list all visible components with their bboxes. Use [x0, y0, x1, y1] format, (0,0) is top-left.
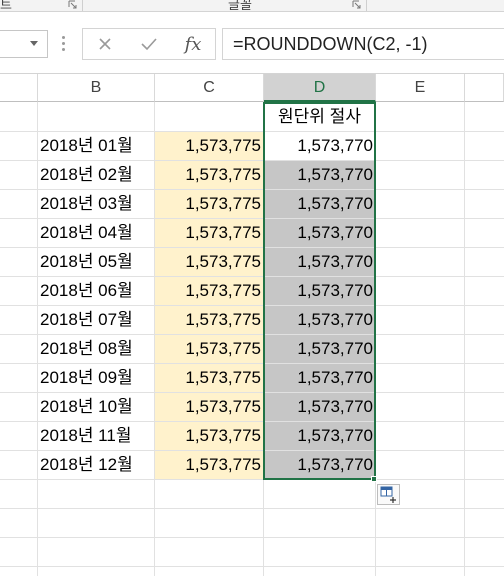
name-box[interactable] [0, 30, 48, 58]
cell-c6[interactable]: 1,573,775 [155, 247, 263, 276]
function-icon: fx [184, 33, 202, 55]
formula-buttons: fx [82, 28, 216, 60]
chevron-down-icon[interactable] [30, 41, 38, 46]
cell-c4[interactable]: 1,573,775 [155, 189, 263, 218]
cell-b9[interactable]: 2018년 08월 [38, 334, 153, 363]
cell-b12[interactable]: 2018년 11월 [38, 421, 153, 450]
dialog-launcher-icon[interactable] [68, 0, 78, 10]
ribbon-group-label-font: 글꼴 [228, 0, 252, 12]
ribbon-group-label-left: 트 [0, 0, 12, 12]
column-header-c[interactable]: C [155, 74, 264, 102]
cell-b3[interactable]: 2018년 02월 [38, 160, 153, 189]
formula-bar: fx =ROUNDDOWN(C2, -1) [0, 12, 504, 74]
selection-border [263, 102, 376, 480]
cell-c10[interactable]: 1,573,775 [155, 363, 263, 392]
cell-c3[interactable]: 1,573,775 [155, 160, 263, 189]
cell-c13[interactable]: 1,573,775 [155, 450, 263, 479]
grid-line [464, 102, 465, 576]
grid-line [0, 508, 504, 509]
cell-c11[interactable]: 1,573,775 [155, 392, 263, 421]
cell-b10[interactable]: 2018년 09월 [38, 363, 153, 392]
dialog-launcher-icon[interactable] [352, 0, 362, 10]
cell-c9[interactable]: 1,573,775 [155, 334, 263, 363]
close-icon [99, 38, 111, 50]
cancel-button[interactable] [83, 29, 127, 59]
cell-b7[interactable]: 2018년 06월 [38, 276, 153, 305]
column-header-a[interactable] [0, 74, 38, 102]
cell-b6[interactable]: 2018년 05월 [38, 247, 153, 276]
autofill-options-button[interactable] [377, 484, 400, 505]
ribbon-separator [82, 0, 83, 11]
cell-c7[interactable]: 1,573,775 [155, 276, 263, 305]
autofill-options-icon [380, 486, 396, 503]
column-header-b[interactable]: B [38, 74, 155, 102]
cell-c5[interactable]: 1,573,775 [155, 218, 263, 247]
formula-input[interactable]: =ROUNDDOWN(C2, -1) [222, 28, 504, 60]
column-header-e[interactable]: E [376, 74, 465, 102]
cell-b5[interactable]: 2018년 04월 [38, 218, 153, 247]
ribbon-separator [366, 0, 367, 11]
cell-b8[interactable]: 2018년 07월 [38, 305, 153, 334]
cell-b13[interactable]: 2018년 12월 [38, 450, 153, 479]
check-icon [141, 38, 157, 51]
insert-function-button[interactable]: fx [171, 29, 215, 59]
enter-button[interactable] [127, 29, 171, 59]
grid-line [0, 537, 504, 538]
ribbon-strip: 트 글꼴 [0, 0, 504, 12]
cell-b4[interactable]: 2018년 03월 [38, 189, 153, 218]
cell-c8[interactable]: 1,573,775 [155, 305, 263, 334]
fill-handle[interactable] [371, 476, 377, 482]
cell-c12[interactable]: 1,573,775 [155, 421, 263, 450]
grid-line [0, 566, 504, 567]
cell-b11[interactable]: 2018년 10월 [38, 392, 153, 421]
grid-line [0, 479, 504, 480]
worksheet-grid[interactable]: B C D E 원단위 절사 2018년 01월 1,573,775 1,573,7… [0, 74, 504, 576]
column-header-f[interactable] [465, 74, 504, 102]
formula-bar-resize-handle[interactable] [62, 36, 66, 52]
cell-c2[interactable]: 1,573,775 [155, 131, 263, 160]
cell-b2[interactable]: 2018년 01월 [38, 131, 153, 160]
column-header-d[interactable]: D [264, 74, 376, 102]
